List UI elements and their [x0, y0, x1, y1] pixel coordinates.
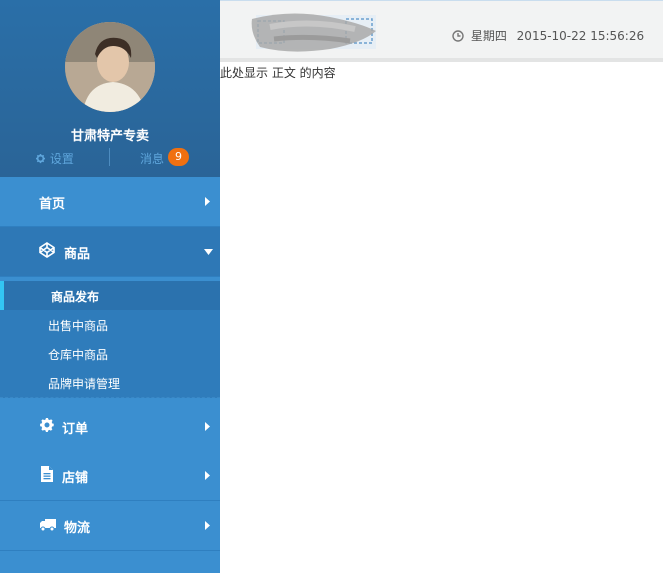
profile-panel: 甘肃特产专卖 设置 消息 9 [0, 0, 220, 177]
messages-badge[interactable]: 9 [168, 148, 189, 166]
gear-icon [40, 418, 54, 432]
nav-home[interactable]: 首页 [0, 177, 220, 227]
nav-orders[interactable]: 订单 [0, 402, 220, 452]
date-time-value: 2015-10-22 15:56:26 [516, 29, 645, 43]
datetime: 星期四 2015-10-22 15:56:26 [452, 27, 644, 44]
chevron-right-icon [205, 422, 210, 431]
submenu-label: 仓库中商品 [48, 348, 109, 362]
nav-store[interactable]: 店铺 [0, 451, 220, 501]
nav-goods[interactable]: 商品 [0, 227, 220, 277]
avatar[interactable] [65, 22, 155, 112]
profile-links: 设置 消息 9 [0, 148, 220, 170]
divider [109, 148, 110, 166]
weekday: 星期四 [470, 29, 507, 43]
submenu-item-on-sale[interactable]: 出售中商品 [0, 310, 220, 340]
chevron-right-icon [205, 471, 210, 480]
active-indicator [0, 281, 4, 310]
sidebar: 甘肃特产专卖 设置 消息 9 首页 商品 商品发布 出售中商品 仓库中商品 品牌… [0, 0, 220, 573]
codepen-icon [39, 242, 55, 258]
top-bar: 星期四 2015-10-22 15:56:26 [220, 0, 663, 59]
settings-link[interactable]: 设置 [35, 150, 74, 167]
chevron-down-icon [204, 249, 213, 255]
nav-orders-label: 订单 [62, 422, 89, 437]
settings-label: 设置 [49, 152, 74, 166]
submenu-item-publish[interactable]: 商品发布 [0, 281, 220, 311]
submenu-label: 出售中商品 [48, 319, 109, 333]
header-divider [220, 58, 663, 62]
shop-name: 甘肃特产专卖 [70, 129, 149, 144]
truck-icon [40, 519, 56, 532]
nav-home-label: 首页 [39, 197, 66, 212]
submenu-label: 商品发布 [51, 290, 100, 304]
nav-logistics-label: 物流 [64, 521, 91, 536]
gear-icon [36, 154, 45, 164]
clock-icon [452, 30, 464, 42]
submenu-item-warehouse[interactable]: 仓库中商品 [0, 339, 220, 369]
nav-logistics[interactable]: 物流 [0, 501, 220, 551]
chevron-right-icon [205, 521, 210, 530]
submenu-label: 品牌申请管理 [48, 377, 121, 391]
main-content-text: 此处显示 正文 的内容 [220, 66, 336, 80]
messages-link[interactable]: 消息 [140, 150, 164, 167]
site-logo[interactable] [250, 9, 380, 55]
nav-goods-label: 商品 [64, 247, 91, 262]
file-icon [41, 466, 53, 482]
chevron-right-icon [205, 197, 210, 206]
submenu-item-brand-application[interactable]: 品牌申请管理 [0, 368, 220, 398]
nav-store-label: 店铺 [62, 471, 89, 486]
